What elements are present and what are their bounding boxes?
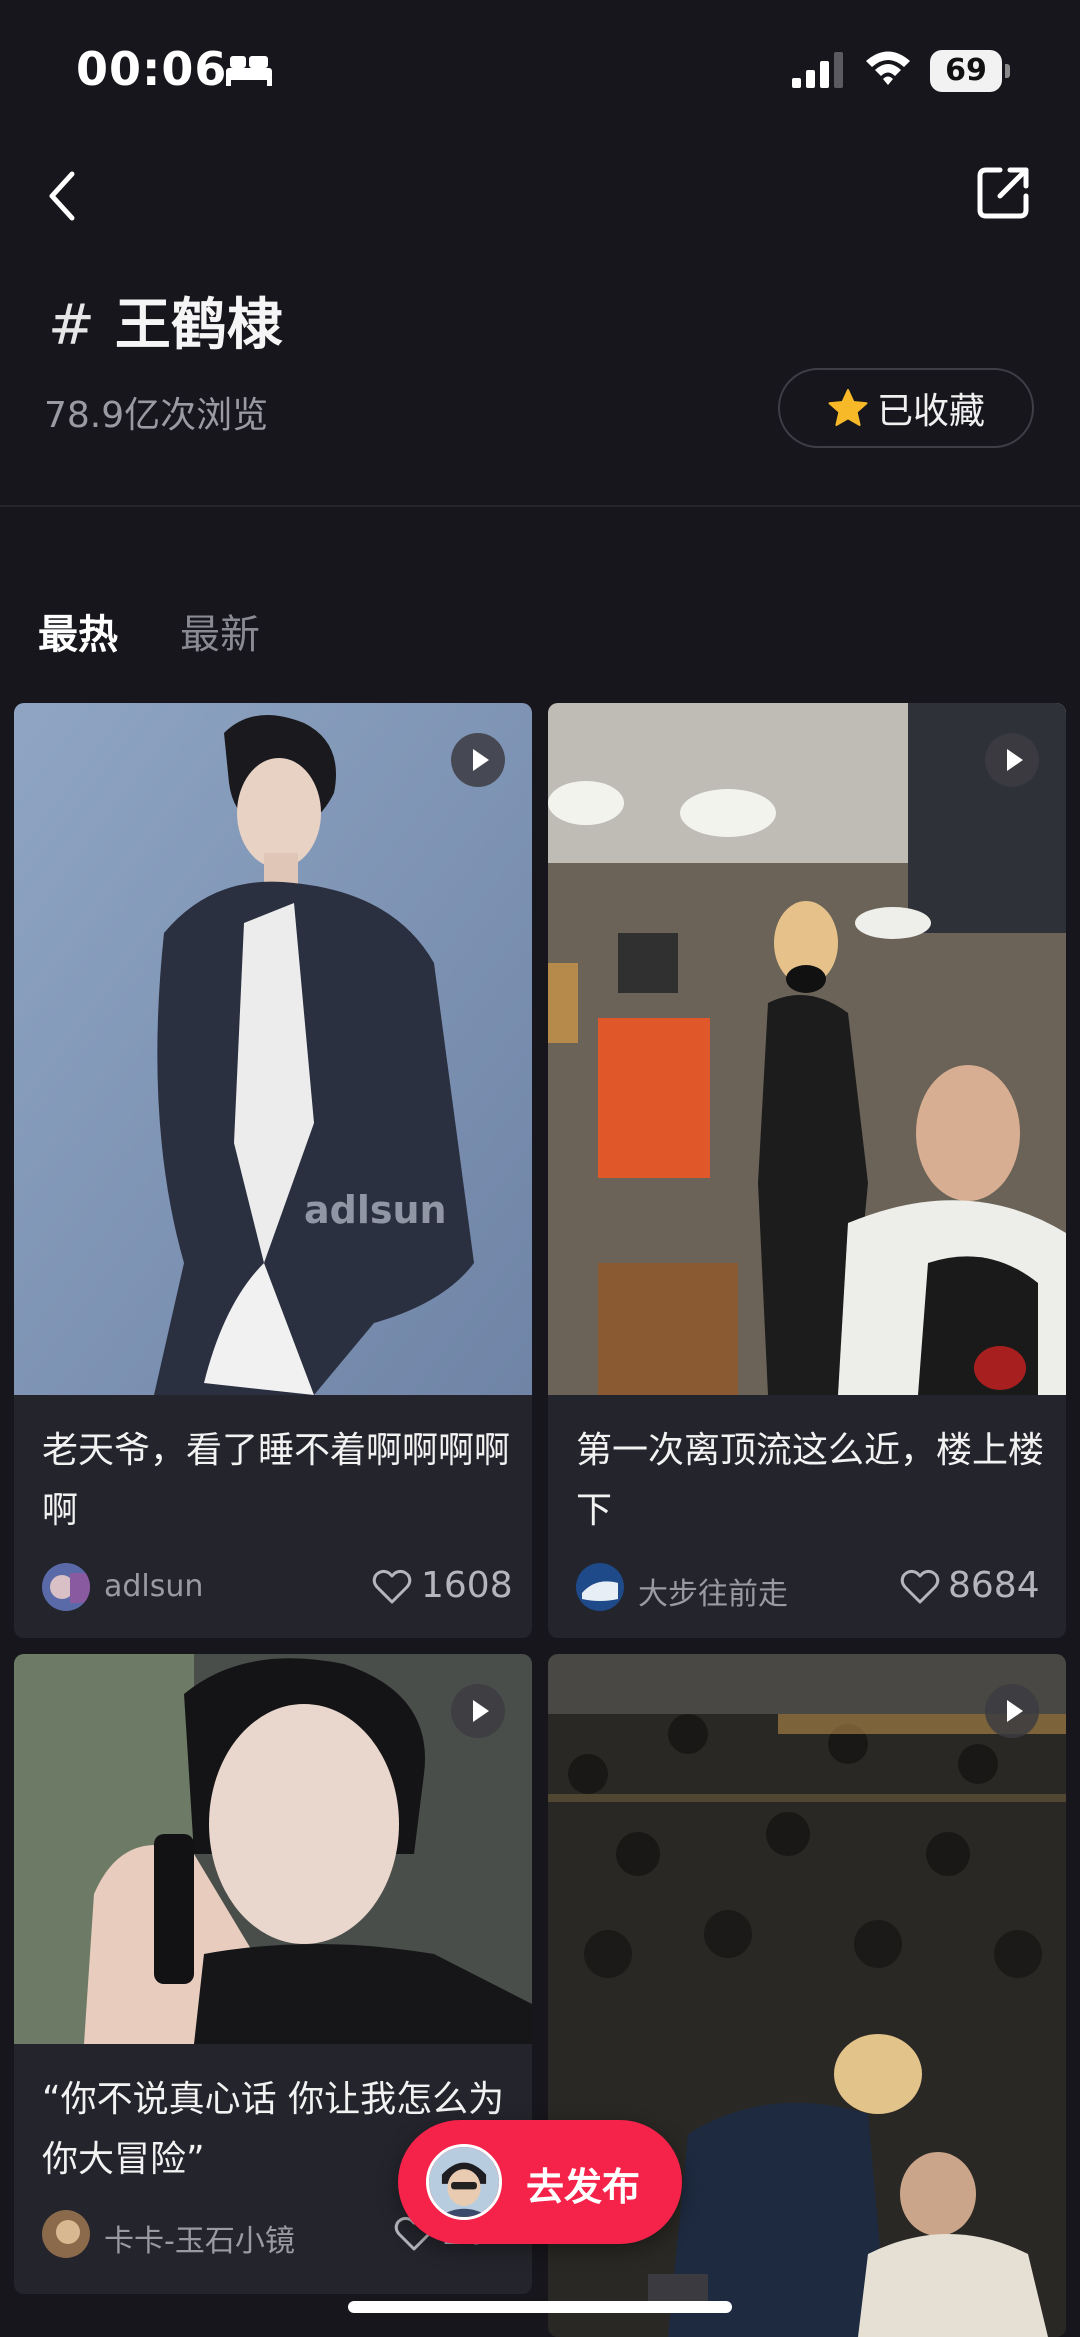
author-name: 卡卡-玉石小镜 [104, 2224, 295, 2259]
tab-newest[interactable]: 最新 [180, 602, 260, 660]
topic-title: # 王鹤棣 [48, 280, 283, 361]
post-thumbnail [14, 703, 532, 1395]
battery-level: 69 [930, 50, 1002, 92]
collect-button[interactable]: 已收藏 [778, 368, 1034, 448]
tab-hottest[interactable]: 最热 [38, 602, 118, 660]
divider [0, 505, 1080, 507]
cellular-signal-icon [792, 52, 843, 88]
play-icon [451, 733, 505, 787]
battery-icon: 69 [930, 50, 1010, 92]
post-watermark: adlsun [304, 1188, 447, 1232]
publish-button[interactable]: 去发布 [398, 2120, 682, 2244]
post-thumbnail [548, 703, 1066, 1395]
publish-label: 去发布 [526, 2165, 641, 2209]
post-title: 第一次离顶流这么近，楼上楼下 [576, 1430, 1045, 1531]
heart-icon[interactable] [372, 1569, 412, 1605]
wifi-icon [866, 51, 910, 85]
hash-icon: # [48, 293, 95, 358]
post-card-2[interactable]: 第一次离顶流这么近，楼上楼下 大步往前走 8684 [548, 703, 1066, 1638]
back-button[interactable] [36, 160, 92, 232]
author-name: 大步往前走 [638, 1577, 788, 1612]
post-title: 老天爷，看了睡不着啊啊啊啊啊 [42, 1430, 511, 1531]
share-button[interactable] [972, 160, 1036, 224]
author-avatar [576, 1563, 624, 1611]
author-avatar [42, 1563, 90, 1611]
status-bar: 00:06 69 [0, 0, 1080, 130]
user-avatar [426, 2144, 502, 2220]
bed-icon [226, 56, 272, 86]
battery-tip [1005, 64, 1010, 78]
heart-icon[interactable] [900, 1569, 940, 1605]
view-count: 78.9亿次浏览 [44, 395, 269, 436]
status-time: 00:06 [76, 42, 228, 96]
author-avatar [42, 2210, 90, 2258]
home-indicator [348, 2301, 732, 2313]
play-icon [985, 733, 1039, 787]
play-icon [451, 1684, 505, 1738]
star-icon [828, 389, 868, 426]
post-card-1[interactable]: adlsun 老天爷，看了睡不着啊啊啊啊啊 adlsun 1608 [14, 703, 532, 1638]
collect-label: 已收藏 [876, 391, 985, 432]
topic-name: 王鹤棣 [114, 293, 283, 358]
like-count: 1608 [421, 1565, 513, 1606]
play-icon [985, 1684, 1039, 1738]
author-name: adlsun [104, 1569, 204, 1604]
like-count: 8684 [948, 1565, 1040, 1606]
